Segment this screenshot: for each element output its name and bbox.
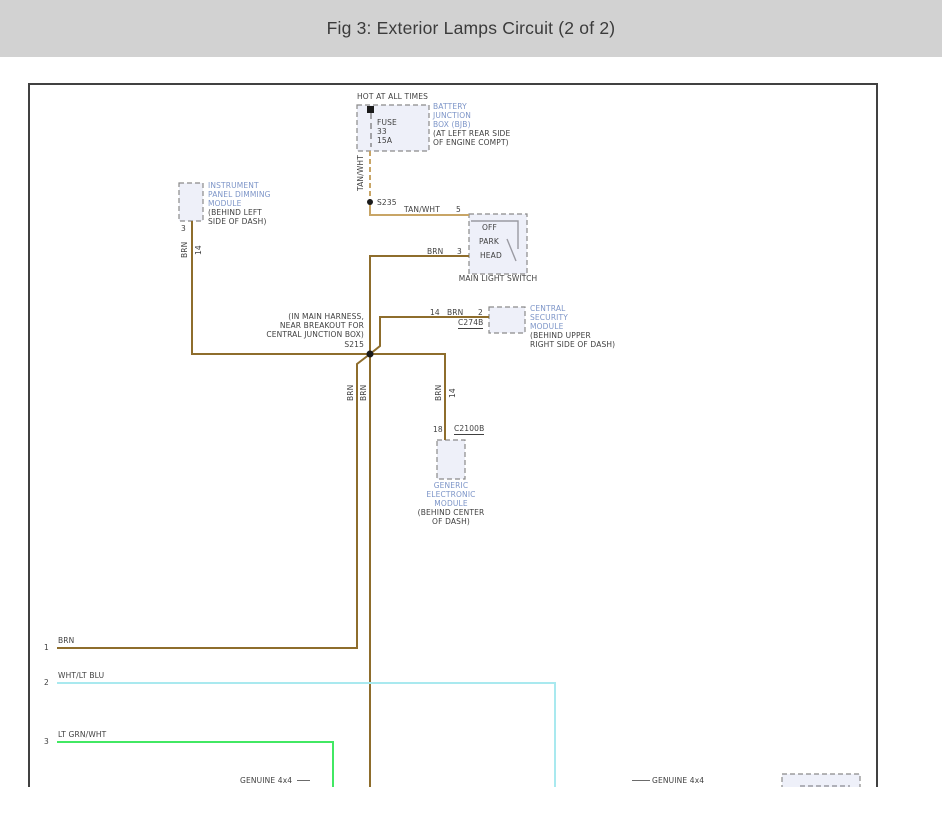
csm-pin-2: 2 [478,308,483,317]
wire-label-brn-gem: BRN [434,384,443,401]
s215-note-line: (IN MAIN HARNESS, [288,312,364,321]
connector-c274b: C274B [458,318,484,329]
splice-s215-dot [366,350,374,358]
bjb-location-line: OF ENGINE COMPT) [433,138,509,147]
dimming-location-line: (BEHIND LEFT [208,208,262,217]
diagram-canvas: HOT AT ALL TIMES FUSE 33 15A BATTERY JUN… [28,83,878,787]
dimming-pin-3: 3 [181,224,186,233]
bottom-wire-1-pin: 1 [44,643,49,652]
csm-name-line: MODULE [530,322,564,331]
bjb-location-line: (AT LEFT REAR SIDE [433,129,511,138]
fuse-rating: 15A [377,136,393,145]
dimming-module-box [178,182,204,222]
wire-label-brn-switch: BRN [427,247,444,256]
hot-at-all-times-label: HOT AT ALL TIMES [357,92,429,101]
bottom-wire-2-label: WHT/LT BLU [58,671,105,680]
generic-electronic-module-box [436,439,466,480]
s215-note-line: NEAR BREAKOUT FOR [279,321,364,330]
wire-label-brn-csm: BRN [447,308,464,317]
splice-s235-label: S235 [377,198,397,207]
splice-s215-label: S215 [344,340,364,349]
bottom-wire-1-label: BRN [58,636,75,645]
gem-location-line: OF DASH) [432,517,470,526]
central-security-module-box [488,306,526,334]
connector-c2100b: C2100B [454,424,485,435]
switch-position-off: OFF [482,223,497,232]
bjb-name-line: JUNCTION [433,111,472,120]
gem-location-line: (BEHIND CENTER [417,508,485,517]
dimming-name-line: INSTRUMENT [208,181,259,190]
page-title: Fig 3: Exterior Lamps Circuit (2 of 2) [326,18,616,38]
title-banner: Fig 3: Exterior Lamps Circuit (2 of 2) [0,0,942,57]
gem-name-line: GENERIC [433,481,469,490]
csm-location-line: (BEHIND UPPER [530,331,591,340]
genuine-4x4-right: GENUINE 4x4 [632,777,704,785]
switch-position-head: HEAD [480,251,502,260]
csm-name-line: CENTRAL [530,304,566,313]
bjb-name-line: BOX (BJB) [433,120,471,129]
fuse-contact [367,106,374,113]
bjb-name-line: BATTERY [433,102,467,111]
main-light-switch-label: MAIN LIGHT SWITCH [458,274,538,283]
ref-line [632,779,650,781]
dimming-location-line: SIDE OF DASH) [208,217,267,226]
wire-brn-switch-out [369,255,469,354]
dimming-name-line: PANEL DIMMING [208,190,271,199]
switch-pin-5: 5 [456,205,461,214]
genuine-4x4-left: GENUINE 4x4 [240,777,311,785]
circuit-label-14-gem: 14 [448,388,457,398]
wire-label-tan-wht: TAN/WHT [404,205,440,214]
bottom-right-partial-box [781,773,861,787]
gem-pin-18: 18 [433,425,443,434]
csm-location-line: RIGHT SIDE OF DASH) [530,340,616,349]
splice-s235-dot [367,199,373,205]
dimming-name-line: MODULE [208,199,242,208]
circuit-label-14-dimming: 14 [194,245,203,255]
circuit-label-14-csm: 14 [430,308,440,317]
wiring-svg [57,104,861,787]
bottom-wire-3-pin: 3 [44,737,49,746]
gem-name-line: MODULE [434,499,468,508]
bottom-wire-2-pin: 2 [44,678,49,687]
ref-line [297,779,311,781]
gem-name-line: ELECTRONIC [426,490,476,499]
wire-brn-bottom-1 [57,353,371,649]
switch-position-park: PARK [479,237,499,246]
bottom-wire-3-label: LT GRN/WHT [58,730,107,739]
s215-note-line: CENTRAL JUNCTION BOX) [266,330,364,339]
wire-label-brn-s215-right: BRN [359,384,368,401]
wire-wht-lt-blu [57,682,556,787]
csm-name-line: SECURITY [530,313,569,322]
fuse-label: FUSE [377,118,397,127]
wire-label-tan-wht-vertical: TAN/WHT [356,155,365,191]
wire-label-brn-s215-left: BRN [346,384,355,401]
switch-pin-3: 3 [457,247,462,256]
wire-label-brn-dimming: BRN [180,241,189,258]
fuse-number: 33 [377,127,387,136]
